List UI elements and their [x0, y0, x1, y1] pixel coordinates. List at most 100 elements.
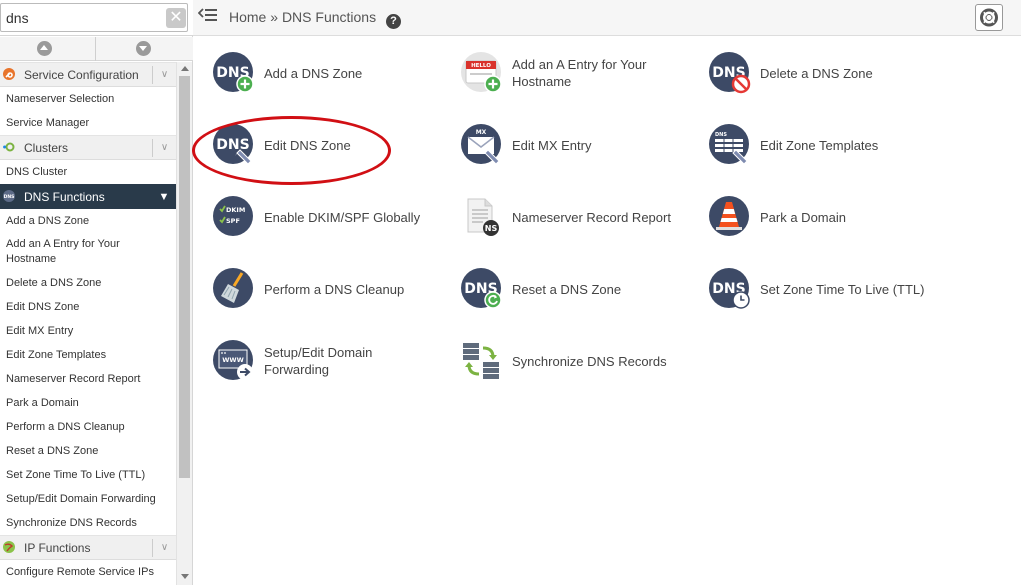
tile-label: Delete a DNS Zone [760, 65, 873, 81]
breadcrumb-separator: » [270, 9, 279, 25]
top-bar: Home » DNS Functions ? [193, 0, 1021, 36]
chevron-down-icon: ∨ [152, 66, 176, 84]
tile-park-domain[interactable]: Park a Domain [689, 191, 934, 243]
collapse-bar [0, 37, 193, 61]
search-input[interactable] [0, 3, 188, 32]
sidebar: ✕ Service Configuration ∨ Nameserver Sel… [0, 0, 193, 585]
ns-report-icon: NS [467, 198, 499, 236]
tile-perform-dns-cleanup[interactable]: Perform a DNS Cleanup [193, 263, 438, 315]
tile-domain-forwarding[interactable]: WWW Setup/Edit Domain Forwarding [193, 335, 438, 387]
dns-icon: DNS [3, 190, 15, 202]
sidebar-item-configure-remote-service-ips[interactable]: Configure Remote Service IPs [0, 560, 176, 584]
tile-synchronize-dns-records[interactable]: Synchronize DNS Records [441, 335, 686, 387]
tile-label: Perform a DNS Cleanup [264, 281, 405, 297]
tile-label: Add an A Entry for Your Hostname [512, 57, 647, 89]
tile-label: Edit Zone Templates [760, 137, 879, 153]
www-badge-text: WWW [222, 356, 244, 364]
clear-search-icon[interactable]: ✕ [166, 8, 186, 28]
sidebar-item-edit-zone-templates[interactable]: Edit Zone Templates [0, 343, 176, 367]
sidebar-item-edit-mx-entry[interactable]: Edit MX Entry [0, 319, 176, 343]
tile-label: Setup/Edit Domain Forwarding [264, 345, 373, 377]
sidebar-item-add-a-entry[interactable]: Add an A Entry for Your Hostname [0, 233, 176, 271]
sidebar-item-dns-cluster[interactable]: DNS Cluster [0, 160, 176, 184]
sidebar-item-synchronize-dns-records[interactable]: Synchronize DNS Records [0, 511, 176, 535]
tile-label: Nameserver Record Report [512, 209, 671, 225]
hello-badge-text: HELLO [471, 63, 491, 69]
collapse-sidebar-icon[interactable] [198, 8, 218, 24]
cluster-icon [3, 142, 15, 152]
breadcrumb: Home » DNS Functions ? [229, 9, 401, 29]
expand-all-down-button[interactable] [136, 41, 151, 56]
tile-edit-dns-zone[interactable]: DNS Edit DNS Zone [193, 119, 438, 171]
help-icon[interactable]: ? [385, 14, 401, 29]
sidebar-nav: Service Configuration ∨ Nameserver Selec… [0, 62, 176, 585]
tile-label: Park a Domain [760, 209, 846, 225]
sidebar-category-ip-functions[interactable]: IP Functions ∨ [0, 535, 176, 560]
sidebar-item-add-dns-zone[interactable]: Add a DNS Zone [0, 209, 176, 233]
tile-label: Set Zone Time To Live (TTL) [760, 281, 925, 297]
tile-enable-dkim-spf[interactable]: DKIM SPF Enable DKIM/SPF Globally [193, 191, 438, 243]
tile-delete-dns-zone[interactable]: DNS Delete a DNS Zone [689, 47, 934, 99]
dns-add-icon: DNS [213, 52, 254, 93]
sidebar-item-nameserver-record-report[interactable]: Nameserver Record Report [0, 367, 176, 391]
dns-clock-icon: DNS [709, 268, 750, 309]
tile-set-zone-ttl[interactable]: DNS Set Zone Time To Live (TTL) [689, 263, 934, 315]
sidebar-item-nameserver-selection[interactable]: Nameserver Selection [0, 87, 176, 111]
sidebar-item-edit-dns-zone[interactable]: Edit DNS Zone [0, 295, 176, 319]
sidebar-category-clusters[interactable]: Clusters ∨ [0, 135, 176, 160]
sidebar-item-set-zone-ttl[interactable]: Set Zone Time To Live (TTL) [0, 463, 176, 487]
tile-add-a-entry[interactable]: HELLO Add an A Entry for Your Hostname [441, 47, 686, 99]
collapse-all-up-button[interactable] [37, 41, 52, 56]
breadcrumb-home-link[interactable]: Home [229, 9, 266, 25]
dns-icon-text: DNS [4, 194, 15, 200]
spf-badge-text: SPF [226, 217, 240, 225]
tile-label: Edit MX Entry [512, 137, 592, 153]
sidebar-category-label: Service Configuration [24, 68, 139, 82]
tile-label: Enable DKIM/SPF Globally [264, 209, 421, 225]
tile-edit-mx-entry[interactable]: MX Edit MX Entry [441, 119, 686, 171]
mx-badge-text: MX [476, 129, 487, 136]
chevron-down-icon: ∨ [152, 139, 176, 157]
sidebar-item-reset-dns-zone[interactable]: Reset a DNS Zone [0, 439, 176, 463]
page-title: DNS Functions [281, 9, 377, 25]
dns-edit-icon: DNS [213, 124, 253, 165]
chevron-down-icon: ∨ [152, 539, 176, 557]
sidebar-category-dns-functions[interactable]: DNS DNS Functions ▼ [0, 184, 176, 209]
scrollbar-thumb[interactable] [179, 76, 190, 478]
tile-nameserver-record-report[interactable]: NS Nameserver Record Report [441, 191, 686, 243]
tile-label: Edit DNS Zone [264, 137, 351, 153]
hello-badge-add-icon: HELLO [461, 52, 502, 93]
sidebar-category-service-configuration[interactable]: Service Configuration ∨ [0, 62, 176, 87]
lifebuoy-icon [980, 8, 998, 27]
www-forward-icon: WWW [213, 340, 253, 380]
dns-icon-text: DNS [216, 137, 249, 153]
dkim-spf-icon: DKIM SPF [213, 196, 253, 236]
dns-delete-icon: DNS [709, 52, 751, 94]
dns-reset-icon: DNS [461, 268, 502, 309]
dns-functions-grid: DNS Add a DNS Zone HELLO Add an A Entry … [193, 37, 1021, 585]
wrench-icon [3, 68, 15, 80]
sync-servers-icon [463, 343, 499, 379]
tile-add-dns-zone[interactable]: DNS Add a DNS Zone [193, 47, 438, 99]
broom-icon [213, 268, 253, 308]
support-button[interactable] [975, 4, 1003, 31]
sidebar-item-service-manager[interactable]: Service Manager [0, 111, 176, 135]
sidebar-item-delete-dns-zone[interactable]: Delete a DNS Zone [0, 271, 176, 295]
sidebar-item-domain-forwarding[interactable]: Setup/Edit Domain Forwarding [0, 487, 176, 511]
sidebar-item-perform-dns-cleanup[interactable]: Perform a DNS Cleanup [0, 415, 176, 439]
tile-label: Reset a DNS Zone [512, 281, 622, 297]
tile-label: Synchronize DNS Records [512, 353, 667, 369]
sidebar-item-park-domain[interactable]: Park a Domain [0, 391, 176, 415]
traffic-cone-icon [709, 196, 749, 236]
sidebar-category-label: DNS Functions [24, 190, 105, 204]
scroll-down-arrow-icon[interactable] [181, 574, 189, 579]
dns-icon-text: DNS [715, 132, 727, 138]
search-box: ✕ [0, 0, 193, 36]
scroll-up-arrow-icon[interactable] [181, 66, 189, 71]
sidebar-scrollbar[interactable] [176, 62, 192, 585]
caret-down-icon: ▼ [158, 191, 170, 203]
zone-template-icon: DNS [709, 124, 749, 165]
mx-envelope-icon: MX [461, 124, 501, 165]
tile-reset-dns-zone[interactable]: DNS Reset a DNS Zone [441, 263, 686, 315]
tile-edit-zone-templates[interactable]: DNS Edit Zone Templates [689, 119, 934, 171]
